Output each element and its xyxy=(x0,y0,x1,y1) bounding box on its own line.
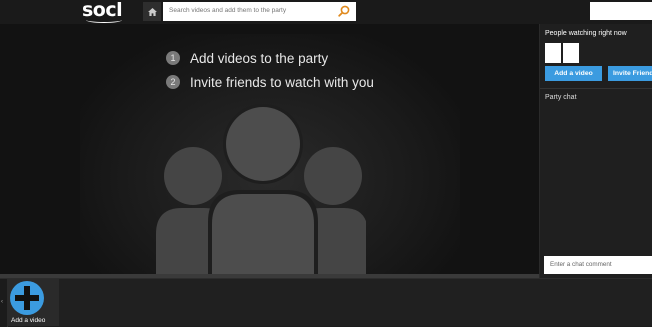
instruction-steps: 1 Add videos to the party 2 Invite frien… xyxy=(166,46,374,94)
group-people-icon xyxy=(156,104,366,274)
search-icon[interactable] xyxy=(338,5,350,17)
chat-input-placeholder: Enter a chat comment xyxy=(550,261,612,268)
step-item: 2 Invite friends to watch with you xyxy=(166,70,374,94)
chat-title: Party chat xyxy=(545,94,577,101)
chevron-left-icon: ‹ xyxy=(1,299,3,305)
top-bar: socl Search videos and add them to the p… xyxy=(0,0,652,24)
home-button[interactable] xyxy=(143,2,161,21)
step-number: 1 xyxy=(166,51,180,65)
video-player-area: 1 Add videos to the party 2 Invite frien… xyxy=(0,24,539,274)
plus-icon xyxy=(15,286,39,310)
search-box[interactable]: Search videos and add them to the party xyxy=(163,2,356,21)
logo-swoosh xyxy=(86,17,122,23)
account-box[interactable] xyxy=(590,2,652,20)
avatar[interactable] xyxy=(545,43,561,63)
add-video-label: Add a video xyxy=(11,317,46,324)
search-input[interactable]: Search videos and add them to the party xyxy=(169,7,286,14)
avatar[interactable] xyxy=(563,43,579,63)
home-icon xyxy=(147,7,157,16)
side-panel: People watching right now Add a video In… xyxy=(539,24,652,278)
chat-input[interactable]: Enter a chat comment xyxy=(544,256,652,274)
step-number: 2 xyxy=(166,75,180,89)
add-circle xyxy=(10,281,44,315)
bottom-bar: ‹ Add a video xyxy=(0,278,652,327)
watching-title: People watching right now xyxy=(545,30,627,37)
step-text: Add videos to the party xyxy=(190,50,329,66)
step-item: 1 Add videos to the party xyxy=(166,46,374,70)
divider xyxy=(540,88,652,89)
add-video-button[interactable]: Add a video xyxy=(545,66,602,81)
invite-friends-button[interactable]: Invite Friends xyxy=(608,66,652,81)
add-video-tile[interactable]: Add a video xyxy=(7,279,59,326)
step-text: Invite friends to watch with you xyxy=(190,74,374,90)
